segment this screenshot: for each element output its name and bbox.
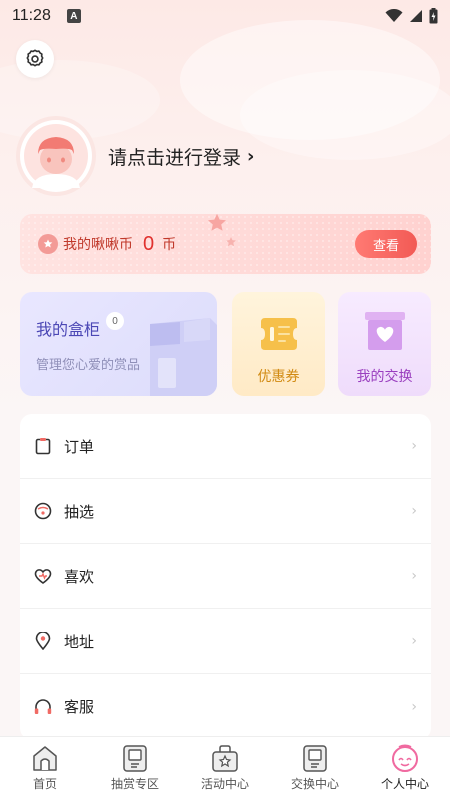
- tab-exchange[interactable]: 交换中心: [270, 737, 360, 800]
- chevron-right-icon: ›: [411, 568, 417, 584]
- default-avatar-icon: [24, 124, 88, 188]
- order-icon: [34, 437, 52, 455]
- signal-icon: [410, 10, 422, 22]
- status-bar: 11:28 A: [0, 0, 450, 32]
- exchange-box-icon: [364, 312, 405, 350]
- star-decoration-icon: [226, 237, 236, 247]
- menu-item-order[interactable]: 订单 ›: [20, 414, 431, 479]
- login-prompt: 请点击进行登录: [108, 146, 242, 169]
- menu-item-label: 地址: [64, 632, 95, 651]
- tab-activity[interactable]: 活动中心: [180, 737, 270, 800]
- avatar[interactable]: [20, 120, 92, 192]
- menu-item-favorites[interactable]: 喜欢 ›: [20, 544, 431, 609]
- menu-item-draw[interactable]: 抽选 ›: [20, 479, 431, 544]
- box-count-badge: 0: [106, 312, 124, 330]
- box-cabinet-subtitle: 管理您心爱的赏品: [36, 358, 141, 373]
- tab-profile[interactable]: 个人中心: [360, 737, 450, 800]
- coupon-label: 优惠券: [257, 369, 300, 385]
- chevron-right-icon: ›: [411, 438, 417, 454]
- coin-value: 0: [143, 232, 155, 255]
- view-coins-button[interactable]: 查看: [355, 230, 417, 258]
- tab-label: 个人中心: [380, 777, 429, 791]
- menu-item-label: 客服: [64, 698, 95, 716]
- exchange-label: 我的交换: [356, 369, 413, 385]
- coin-card[interactable]: 我的啾啾币 0 币 查看: [20, 214, 431, 274]
- tab-label: 交换中心: [290, 777, 339, 791]
- coupon-card[interactable]: 优惠券: [232, 292, 325, 396]
- menu-item-label: 喜欢: [64, 567, 95, 586]
- ticket-icon: [260, 318, 297, 350]
- battery-icon: [429, 8, 438, 24]
- chevron-right-icon: ›: [247, 145, 255, 167]
- heart-icon: [34, 567, 52, 585]
- profile-icon: [392, 744, 418, 772]
- menu-item-address[interactable]: 地址 ›: [20, 609, 431, 674]
- exchange-card[interactable]: 我的交换: [338, 292, 431, 396]
- status-time: 11:28: [12, 7, 51, 24]
- wifi-icon: [385, 9, 403, 22]
- coin-unit: 币: [162, 237, 177, 253]
- box-cabinet-card[interactable]: 我的盒柜 0 管理您心爱的赏品: [20, 292, 217, 396]
- chevron-right-icon: ›: [411, 633, 417, 649]
- star-decoration-icon: [208, 214, 226, 231]
- tab-label: 抽赏专区: [110, 777, 159, 791]
- exchange-icon: [303, 745, 327, 772]
- profile-section[interactable]: 请点击进行登录 ›: [20, 120, 254, 192]
- activity-icon: [212, 745, 238, 772]
- chevron-right-icon: ›: [411, 503, 417, 519]
- notification-icon: A: [66, 9, 81, 23]
- menu-item-label: 抽选: [64, 502, 95, 521]
- tab-label: 活动中心: [200, 777, 249, 791]
- coin-label: 我的啾啾币: [63, 237, 133, 253]
- menu-list: 订单 › 抽选 › 喜欢 › 地址 › 客服 ›: [20, 414, 431, 740]
- headset-icon: [34, 698, 52, 716]
- location-icon: [34, 632, 52, 650]
- bottom-tab-bar: 首页 抽赏专区 活动中心 交换中心 个人中心: [0, 736, 450, 800]
- login-link[interactable]: 请点击进行登录 ›: [108, 143, 254, 170]
- coin-icon: [38, 234, 58, 254]
- settings-button[interactable]: [16, 40, 54, 78]
- home-icon: [33, 746, 57, 771]
- box-cabinet-title: 我的盒柜: [36, 320, 101, 339]
- gear-icon: [26, 49, 44, 67]
- tab-label: 首页: [32, 777, 57, 791]
- draw-icon: [34, 502, 52, 520]
- prize-zone-icon: [123, 745, 147, 772]
- menu-item-label: 订单: [64, 437, 95, 456]
- tab-home[interactable]: 首页: [0, 737, 90, 800]
- menu-item-customer-service[interactable]: 客服 ›: [20, 674, 431, 739]
- tab-prize-zone[interactable]: 抽赏专区: [90, 737, 180, 800]
- chevron-right-icon: ›: [411, 698, 417, 715]
